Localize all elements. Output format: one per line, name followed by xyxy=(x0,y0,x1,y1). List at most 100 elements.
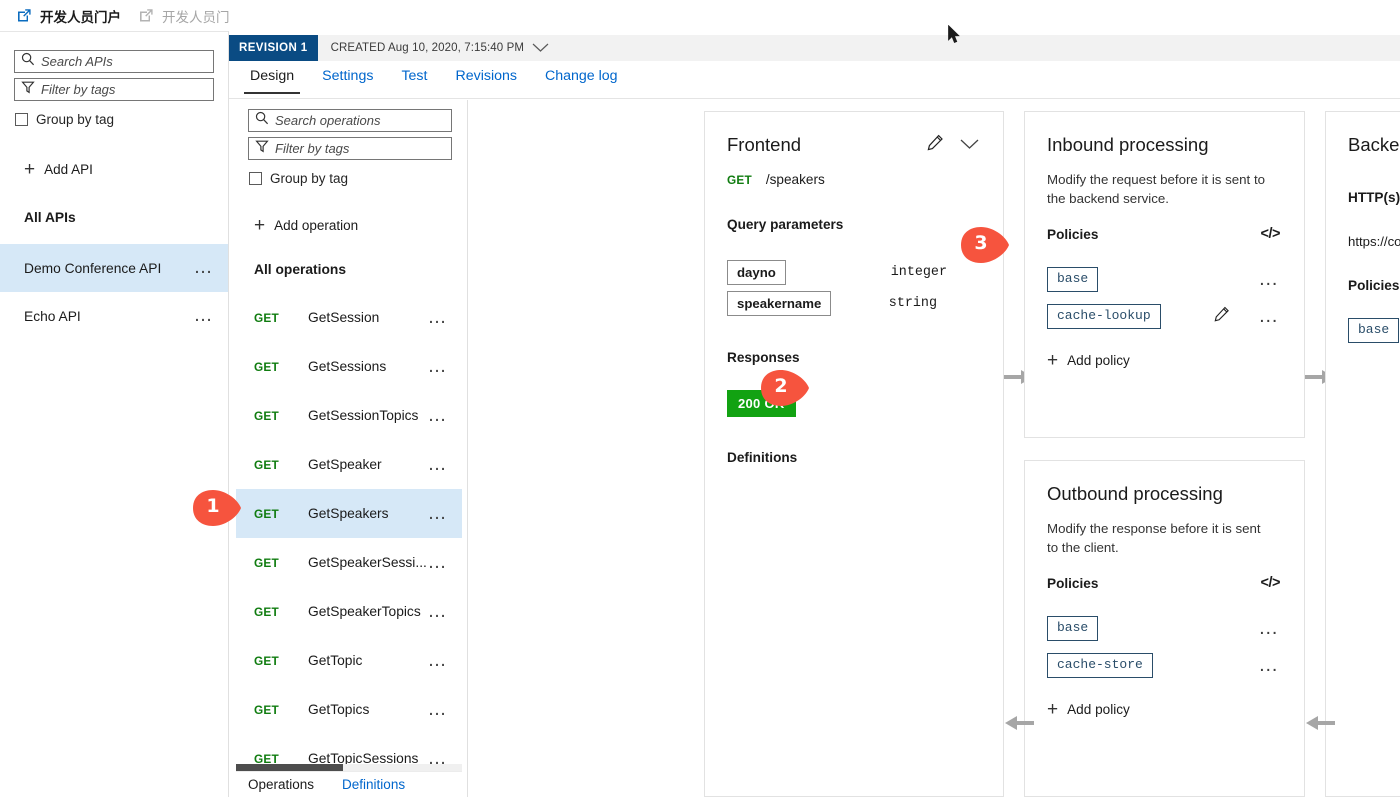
developer-portal-link[interactable]: 开发人员门户 xyxy=(17,6,121,26)
frontend-verb: GET xyxy=(727,172,752,187)
operation-context-menu[interactable]: … xyxy=(428,357,449,376)
mouse-cursor xyxy=(948,24,961,44)
chevron-down-icon[interactable] xyxy=(532,39,549,57)
chevron-down-icon[interactable] xyxy=(960,136,979,154)
inbound-add-policy-label: Add policy xyxy=(1067,352,1130,368)
definitions-heading: Definitions xyxy=(727,450,798,465)
callout-number: 1 xyxy=(206,495,220,517)
operation-list-item-gettopics[interactable]: GET GetTopics … xyxy=(236,685,462,734)
all-apis-heading: All APIs xyxy=(24,210,76,225)
inbound-title: Inbound processing xyxy=(1047,134,1209,155)
operation-context-menu[interactable]: … xyxy=(428,700,449,719)
operation-list-item-getsessiontopics[interactable]: GET GetSessionTopics … xyxy=(236,391,462,440)
operation-context-menu[interactable]: … xyxy=(428,553,449,572)
operation-list-item-gettopic[interactable]: GET GetTopic … xyxy=(236,636,462,685)
policy-chip-cache-lookup[interactable]: cache-lookup xyxy=(1047,303,1161,329)
tab-test[interactable]: Test xyxy=(387,61,441,94)
policy-chip-cache-store[interactable]: cache-store xyxy=(1047,652,1153,678)
backend-title: Backend xyxy=(1348,134,1400,155)
footer-tab-definitions[interactable]: Definitions xyxy=(342,777,405,792)
inbound-policies-heading: Policies xyxy=(1047,226,1099,242)
api-list-item-demo-conference[interactable]: Demo Conference API … xyxy=(0,244,228,292)
operation-list-item-getsession[interactable]: GET GetSession … xyxy=(236,293,462,342)
operation-name: GetSessions xyxy=(308,359,387,374)
operations-footer-tabs: Operations Definitions xyxy=(236,771,462,797)
policy-edit-pencil-icon[interactable] xyxy=(1214,306,1230,327)
api-item-context-menu[interactable]: … xyxy=(194,258,215,277)
outbound-title: Outbound processing xyxy=(1047,483,1223,504)
checkbox-box xyxy=(15,113,28,126)
operation-name: GetSessionTopics xyxy=(308,408,419,423)
footer-tab-operations[interactable]: Operations xyxy=(248,777,314,792)
operation-name: GetSession xyxy=(308,310,380,325)
policy-chip-base[interactable]: base xyxy=(1348,318,1400,343)
tab-change-log[interactable]: Change log xyxy=(531,61,632,94)
api-item-label: Echo API xyxy=(24,308,81,324)
api-item-context-menu[interactable]: … xyxy=(194,306,215,325)
policy-context-menu[interactable]: … xyxy=(1258,269,1280,289)
policy-chip-base[interactable]: base xyxy=(1047,616,1099,641)
design-canvas: Frontend GET /speakers Query parameters … xyxy=(475,100,1400,797)
add-operation-button[interactable]: + Add operation xyxy=(236,216,462,235)
operations-horizontal-scrollbar[interactable] xyxy=(236,764,462,771)
search-operations-input[interactable]: Search operations xyxy=(248,109,452,132)
operations-group-by-tag-checkbox[interactable]: Group by tag xyxy=(236,171,462,186)
api-list-item-echo[interactable]: Echo API … xyxy=(0,292,228,340)
filter-icon xyxy=(21,80,35,99)
filter-by-tags-input[interactable]: Filter by tags xyxy=(14,78,214,101)
outbound-policies-code-editor[interactable]: </> xyxy=(1261,575,1281,591)
operation-context-menu[interactable]: … xyxy=(428,504,449,523)
operation-context-menu[interactable]: … xyxy=(428,455,449,474)
operation-context-menu[interactable]: … xyxy=(428,651,449,670)
operation-context-menu[interactable]: … xyxy=(428,602,449,621)
policy-context-menu[interactable]: … xyxy=(1258,306,1280,326)
developer-portal-link-label: 开发人员门户 xyxy=(40,9,121,25)
operation-list-item-getspeaker[interactable]: GET GetSpeaker … xyxy=(236,440,462,489)
add-operation-label: Add operation xyxy=(274,218,359,233)
policy-context-menu[interactable]: … xyxy=(1258,618,1280,638)
operation-list-item-getsessions[interactable]: GET GetSessions … xyxy=(236,342,462,391)
query-parameter-name[interactable]: speakername xyxy=(727,291,832,316)
flow-arrow-outbound-to-frontend xyxy=(1004,712,1034,734)
inbound-policies-code-editor[interactable]: </> xyxy=(1261,226,1281,242)
operation-context-menu[interactable]: … xyxy=(428,308,449,327)
tab-design[interactable]: Design xyxy=(236,61,308,94)
operation-context-menu[interactable]: … xyxy=(428,749,449,768)
operations-list-item-getspeakers[interactable]: GET GetSpeakers … xyxy=(236,489,462,538)
revision-badge: REVISION 1 xyxy=(229,35,318,61)
operations-filter-by-tags-input[interactable]: Filter by tags xyxy=(248,137,452,160)
outbound-add-policy[interactable]: + Add policy xyxy=(1047,700,1280,719)
tab-revisions[interactable]: Revisions xyxy=(441,61,531,94)
policy-chip-base[interactable]: base xyxy=(1047,267,1099,292)
checkbox-box xyxy=(249,172,262,185)
plus-icon: + xyxy=(1047,349,1059,371)
operations-filter-placeholder: Filter by tags xyxy=(275,141,350,156)
query-parameter-type: integer xyxy=(890,265,947,280)
add-api-button[interactable]: + Add API xyxy=(0,160,228,179)
inbound-processing-card: Inbound processing Modify the request be… xyxy=(1024,111,1305,438)
frontend-title: Frontend xyxy=(727,134,802,155)
plus-icon: + xyxy=(254,215,266,236)
policy-context-menu[interactable]: … xyxy=(1258,655,1280,675)
inbound-add-policy[interactable]: + Add policy xyxy=(1047,351,1280,370)
api-tabs: Design Settings Test Revisions Change lo… xyxy=(229,61,1400,99)
add-api-label: Add API xyxy=(44,162,93,177)
operation-name: GetSpeaker xyxy=(308,457,382,472)
operation-list-item-getspeakersessions[interactable]: GET GetSpeakerSessi... … xyxy=(236,538,462,587)
operation-verb: GET xyxy=(254,702,279,717)
apis-group-by-tag-checkbox[interactable]: Group by tag xyxy=(0,112,228,127)
operation-name: GetSpeakers xyxy=(308,506,389,521)
filter-by-tags-placeholder: Filter by tags xyxy=(41,82,116,97)
operation-context-menu[interactable]: … xyxy=(428,406,449,425)
frontend-path: /speakers xyxy=(765,172,825,187)
operations-group-by-tag-label: Group by tag xyxy=(270,171,349,186)
pencil-icon[interactable] xyxy=(927,134,944,156)
search-apis-input[interactable]: Search APIs xyxy=(14,50,214,73)
operation-name: GetTopic xyxy=(308,653,363,668)
operation-verb: GET xyxy=(254,359,279,374)
operation-list-item-getspeakertopics[interactable]: GET GetSpeakerTopics … xyxy=(236,587,462,636)
callout-marker-2: 2 xyxy=(756,368,812,408)
tab-settings[interactable]: Settings xyxy=(308,61,387,94)
operation-name: GetTopics xyxy=(308,702,370,717)
query-parameter-name[interactable]: dayno xyxy=(727,260,786,285)
